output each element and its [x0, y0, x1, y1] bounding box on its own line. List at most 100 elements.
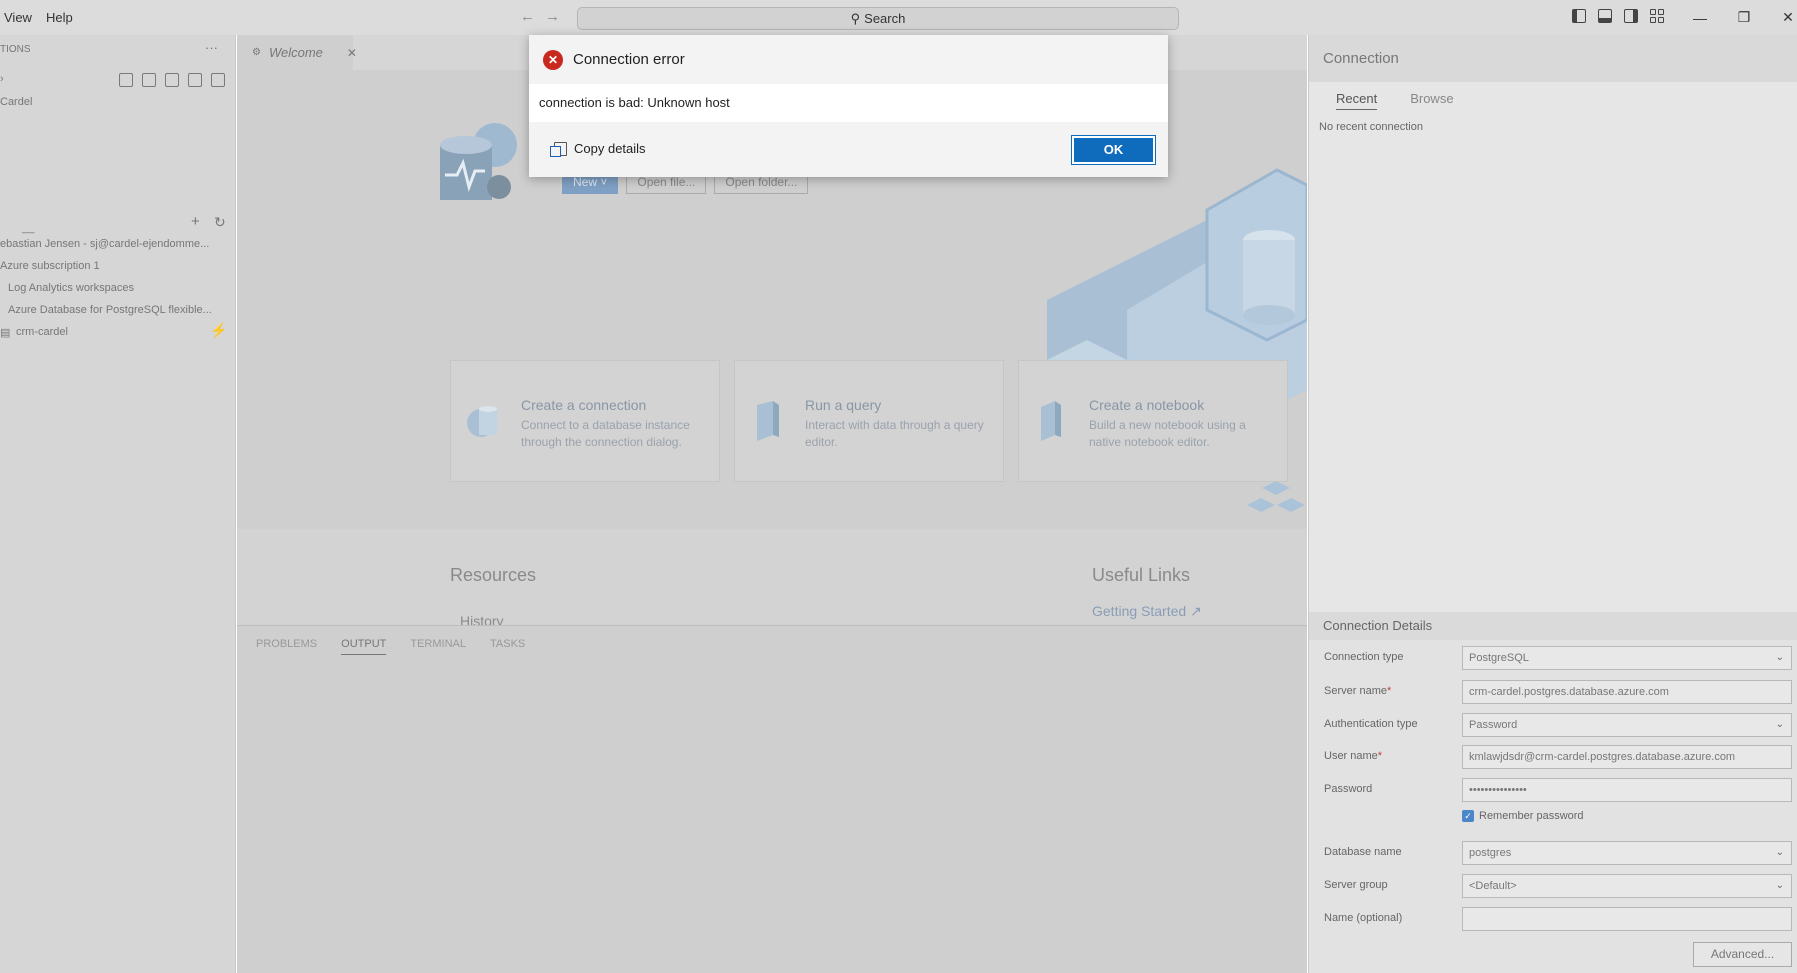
- toggle-primary-sidebar-icon[interactable]: [1572, 9, 1586, 23]
- details-title: Connection Details: [1309, 612, 1797, 640]
- user-name-input[interactable]: kmlawjdsdr@crm-cardel.postgres.database.…: [1462, 745, 1792, 769]
- tab-recent[interactable]: Recent: [1336, 91, 1378, 110]
- tab-problems[interactable]: PROBLEMS: [256, 638, 317, 655]
- welcome-hero-graphic: [440, 123, 517, 200]
- dialog-message: connection is bad: Unknown host: [529, 84, 1168, 122]
- welcome-tab-icon: ⚙: [252, 47, 261, 58]
- copy-icon: [550, 141, 567, 157]
- more-actions-icon[interactable]: ···: [205, 40, 218, 55]
- row-user-name: User name* kmlawjdsdr@crm-cardel.postgre…: [1309, 745, 1797, 769]
- row-server-name: Server name* crm-cardel.postgres.databas…: [1309, 680, 1797, 704]
- checkmark-icon: ✓: [1462, 810, 1474, 822]
- connection-tabs: Recent Browse: [1336, 91, 1454, 110]
- row-password: Password •••••••••••••••: [1309, 778, 1797, 802]
- create-connection-card[interactable]: Create a connection Connect to a databas…: [450, 360, 720, 482]
- password-input[interactable]: •••••••••••••••: [1462, 778, 1792, 802]
- card-title: Create a notebook: [1089, 397, 1205, 413]
- password-label: Password: [1324, 783, 1373, 795]
- tab-output[interactable]: OUTPUT: [341, 638, 387, 655]
- forward-arrow-icon[interactable]: →: [545, 8, 560, 25]
- connection-card-icon: [467, 406, 497, 437]
- close-tab-icon[interactable]: ✕: [347, 46, 357, 60]
- add-account-icon[interactable]: +: [191, 213, 200, 230]
- server-group-select[interactable]: <Default> ⌄: [1462, 874, 1792, 898]
- error-icon: ✕: [543, 49, 563, 70]
- restore-icon[interactable]: ❐: [1722, 0, 1766, 35]
- auth-type-label: Authentication type: [1324, 718, 1418, 730]
- card-description: Build a new notebook using a native note…: [1089, 418, 1246, 449]
- row-server-group: Server group <Default> ⌄: [1309, 874, 1797, 898]
- refresh-icon[interactable]: ↻: [214, 214, 226, 231]
- row-database: Database name postgres ⌄: [1309, 841, 1797, 865]
- tab-welcome-label: Welcome: [268, 45, 323, 60]
- run-query-card[interactable]: Run a query Interact with data through a…: [734, 360, 1004, 482]
- database-select[interactable]: postgres ⌄: [1462, 841, 1792, 865]
- database-icon: ▤: [0, 327, 11, 339]
- sidebar-toolbar: [119, 73, 225, 87]
- new-group-icon[interactable]: [188, 73, 202, 87]
- toggle-secondary-sidebar-icon[interactable]: [1624, 9, 1638, 23]
- server-tree-item[interactable]: Cardel: [0, 96, 32, 108]
- server-name-label: Server name*: [1324, 685, 1391, 697]
- connection-error-dialog: ✕ Connection error connection is bad: Un…: [529, 35, 1168, 177]
- chevron-down-icon: ⌄: [1775, 719, 1784, 730]
- connect-plug-icon[interactable]: ⚡: [210, 322, 227, 339]
- copy-details-button[interactable]: Copy details: [550, 141, 646, 157]
- tab-terminal[interactable]: TERMINAL: [410, 638, 466, 655]
- panel-tabs: PROBLEMS OUTPUT TERMINAL TASKS: [256, 638, 525, 655]
- advanced-button[interactable]: Advanced...: [1693, 942, 1792, 967]
- ok-button[interactable]: OK: [1071, 135, 1156, 165]
- new-connection-icon[interactable]: [119, 73, 133, 87]
- toggle-panel-icon[interactable]: [1598, 9, 1612, 23]
- row-auth-type: Authentication type Password ⌄: [1309, 713, 1797, 737]
- remember-password-checkbox[interactable]: ✓ Remember password: [1462, 810, 1584, 822]
- bottom-panel: PROBLEMS OUTPUT TERMINAL TASKS: [237, 625, 1307, 973]
- card-title: Create a connection: [521, 397, 647, 413]
- azure-section-underline: __: [22, 222, 35, 234]
- user-name-label: User name*: [1324, 750, 1382, 762]
- connection-type-value: PostgreSQL: [1469, 652, 1529, 664]
- command-search[interactable]: ⚲ Search: [577, 7, 1179, 30]
- connection-type-select[interactable]: PostgreSQL ⌄: [1462, 646, 1792, 670]
- menu-help[interactable]: Help: [39, 0, 80, 35]
- database-value: postgres: [1469, 847, 1512, 859]
- connection-title: Connection: [1309, 35, 1797, 82]
- name-optional-input[interactable]: [1462, 907, 1792, 931]
- no-recent-text: No recent connection: [1319, 121, 1423, 133]
- server-node-item[interactable]: crm-cardel: [16, 326, 68, 338]
- close-window-icon[interactable]: ✕: [1766, 0, 1797, 35]
- auth-type-select[interactable]: Password ⌄: [1462, 713, 1792, 737]
- server-name-input[interactable]: crm-cardel.postgres.database.azure.com: [1462, 680, 1792, 704]
- new-query-icon[interactable]: [142, 73, 156, 87]
- remember-password-label: Remember password: [1479, 810, 1584, 822]
- external-link-icon: ↗: [1190, 603, 1202, 619]
- tab-welcome[interactable]: ⚙ Welcome ✕: [237, 35, 357, 70]
- subscription-item[interactable]: Azure subscription 1: [0, 260, 100, 272]
- customize-layout-icon[interactable]: [1650, 9, 1664, 23]
- layout-controls: [1572, 9, 1664, 23]
- search-label: Search: [864, 11, 906, 26]
- dialog-title: Connection error: [573, 51, 685, 68]
- back-arrow-icon[interactable]: ←: [520, 8, 535, 25]
- row-connection-type: Connection type PostgreSQL ⌄: [1309, 646, 1797, 670]
- menu-view[interactable]: View: [0, 0, 39, 35]
- nav-arrows: ← →: [520, 8, 560, 25]
- new-notebook-icon[interactable]: [165, 73, 179, 87]
- azure-account-item[interactable]: ebastian Jensen - sj@cardel-ejendomme...: [0, 238, 209, 250]
- collapse-chevron-icon[interactable]: ›: [0, 73, 4, 85]
- chevron-down-icon: ⌄: [1775, 880, 1784, 891]
- getting-started-link[interactable]: Getting Started ↗: [1092, 603, 1202, 620]
- create-notebook-card[interactable]: Create a notebook Build a new notebook u…: [1018, 360, 1288, 482]
- tab-browse[interactable]: Browse: [1410, 91, 1453, 110]
- server-group-label: Server group: [1324, 879, 1388, 891]
- collapse-all-icon[interactable]: [211, 73, 225, 87]
- chevron-down-icon: ⌄: [1775, 847, 1784, 858]
- azure-postgres-item[interactable]: Azure Database for PostgreSQL flexible..…: [8, 304, 212, 316]
- connection-panel: Connection Recent Browse No recent conne…: [1308, 35, 1797, 973]
- auth-type-value: Password: [1469, 719, 1518, 731]
- resources-title: Resources: [450, 565, 537, 585]
- log-analytics-item[interactable]: Log Analytics workspaces: [8, 282, 134, 294]
- minimize-icon[interactable]: —: [1678, 0, 1722, 35]
- tab-tasks[interactable]: TASKS: [490, 638, 525, 655]
- useful-links-title: Useful Links: [1092, 565, 1191, 585]
